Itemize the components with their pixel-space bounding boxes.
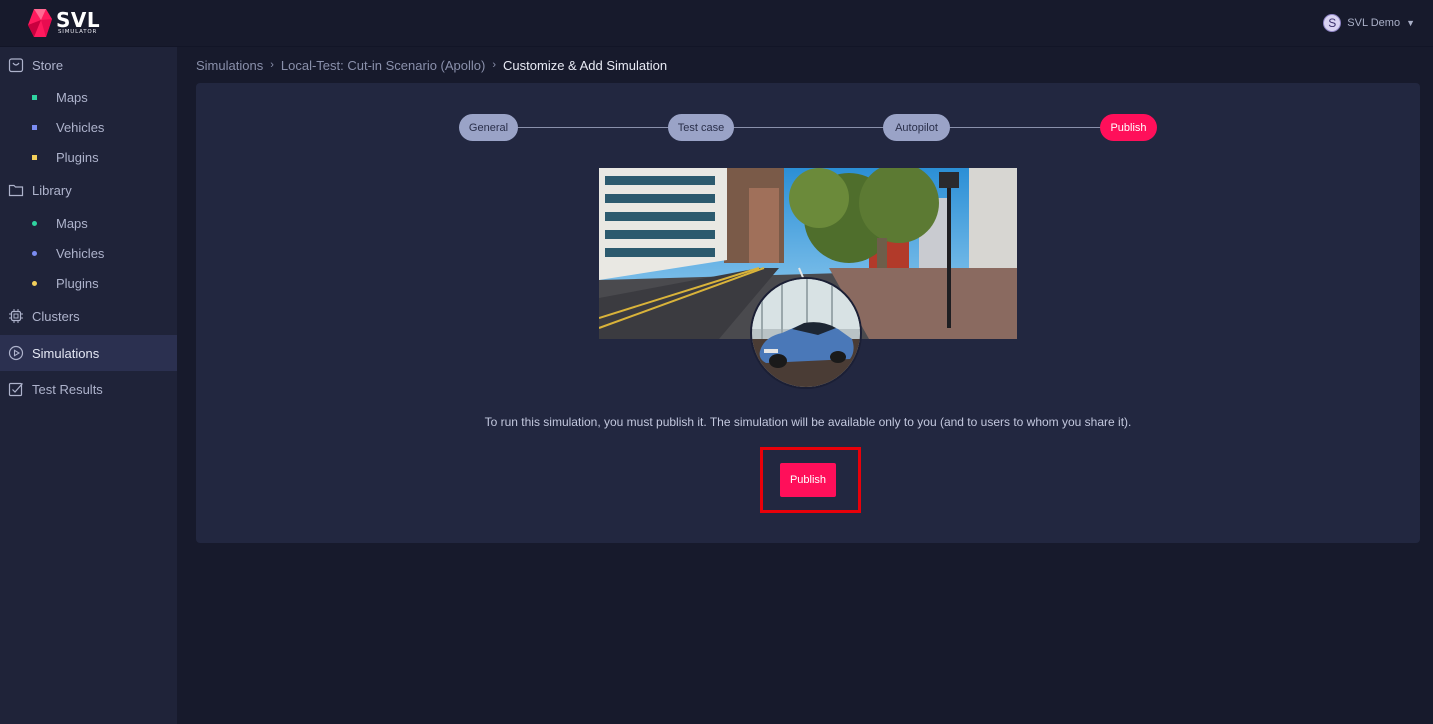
sidebar-item-test-results[interactable]: Test Results — [0, 371, 177, 407]
vehicles-bullet-icon — [32, 124, 37, 130]
brand-name: SVL — [56, 8, 101, 32]
breadcrumb-separator: › — [270, 59, 274, 71]
maps-bullet-icon — [32, 220, 37, 226]
sidebar-item-label: Library — [32, 182, 72, 198]
sidebar: Store Maps Vehicles Plugins Library Maps… — [0, 47, 177, 724]
breadcrumb-current: Customize & Add Simulation — [503, 57, 668, 73]
sidebar-item-library-plugins[interactable]: Plugins — [0, 268, 177, 298]
user-name: SVL Demo — [1347, 17, 1401, 29]
sidebar-item-library-maps[interactable]: Maps — [0, 208, 177, 238]
sidebar-item-label: Maps — [56, 89, 88, 105]
sidebar-item-label: Maps — [56, 215, 88, 231]
publish-info-text: To run this simulation, you must publish… — [484, 415, 1132, 429]
plugins-bullet-icon — [32, 154, 37, 160]
sidebar-item-store-maps[interactable]: Maps — [0, 82, 177, 112]
publish-button[interactable]: Publish — [780, 463, 836, 497]
sidebar-item-store-plugins[interactable]: Plugins — [0, 142, 177, 172]
step-test-case[interactable]: Test case — [668, 114, 734, 141]
breadcrumb-simulations[interactable]: Simulations — [196, 58, 263, 73]
sidebar-item-label: Vehicles — [56, 245, 105, 261]
folder-icon — [8, 182, 24, 198]
sidebar-item-label: Test Results — [32, 381, 103, 397]
vehicle-thumbnail-image — [750, 277, 862, 389]
sidebar-item-label: Clusters — [32, 308, 80, 324]
breadcrumb: Simulations › Local-Test: Cut-in Scenari… — [196, 56, 667, 74]
step-general[interactable]: General — [459, 114, 518, 141]
caret-down-icon: ▼ — [1406, 18, 1415, 28]
sidebar-item-label: Plugins — [56, 275, 99, 291]
user-menu[interactable]: S SVL Demo ▼ — [1323, 13, 1415, 33]
sidebar-item-store[interactable]: Store — [0, 47, 177, 83]
shopping-bag-icon — [8, 57, 24, 73]
breadcrumb-simulation-name[interactable]: Local-Test: Cut-in Scenario (Apollo) — [281, 58, 485, 73]
play-circle-icon — [8, 345, 24, 361]
vehicles-bullet-icon — [32, 250, 37, 256]
breadcrumb-separator: › — [492, 59, 497, 71]
sidebar-item-label: Vehicles — [56, 119, 105, 135]
svl-logo[interactable]: SVL SIMULATOR — [27, 8, 107, 38]
top-bar: SVL SIMULATOR S SVL Demo ▼ — [0, 0, 1433, 47]
step-publish[interactable]: Publish — [1100, 114, 1157, 141]
sidebar-item-library[interactable]: Library — [0, 172, 177, 208]
checklist-icon — [8, 381, 24, 397]
sidebar-item-library-vehicles[interactable]: Vehicles — [0, 238, 177, 268]
sidebar-item-label: Simulations — [32, 345, 100, 361]
maps-bullet-icon — [32, 94, 37, 100]
step-autopilot[interactable]: Autopilot — [883, 114, 950, 141]
sidebar-item-store-vehicles[interactable]: Vehicles — [0, 112, 177, 142]
cpu-chip-icon — [8, 308, 24, 324]
sidebar-item-label: Store — [32, 57, 64, 73]
svl-logo-mark-icon — [28, 9, 52, 37]
sidebar-item-simulations[interactable]: Simulations — [0, 335, 177, 371]
plugins-bullet-icon — [32, 280, 37, 286]
user-avatar: S — [1323, 14, 1342, 32]
brand-subtitle: SIMULATOR — [58, 29, 98, 35]
stepper-line — [490, 127, 1130, 128]
sidebar-item-label: Plugins — [56, 149, 99, 165]
sidebar-item-clusters[interactable]: Clusters — [0, 298, 177, 334]
